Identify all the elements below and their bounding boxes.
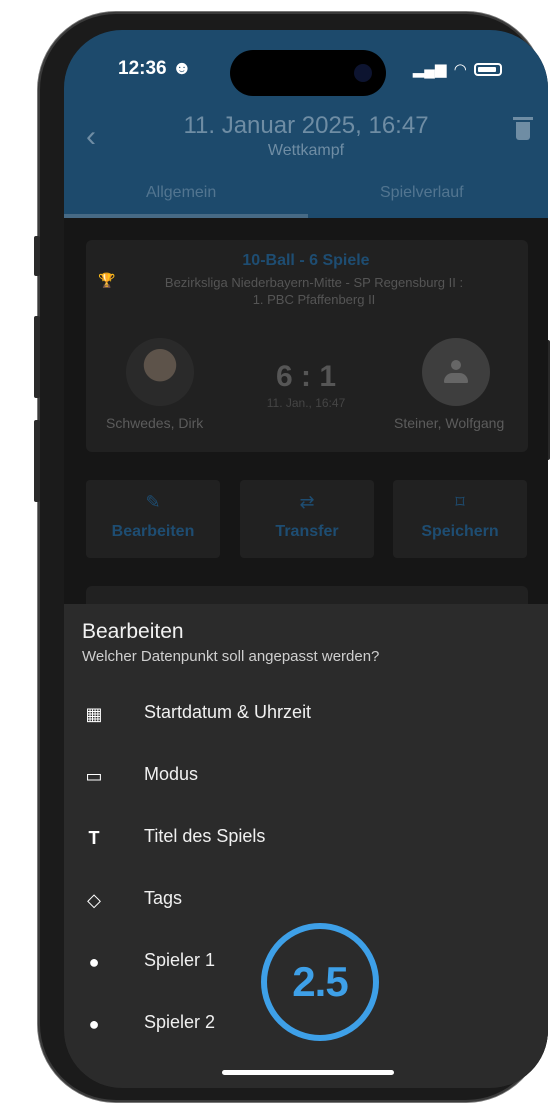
dynamic-island <box>230 50 386 96</box>
bookmark-add-icon: ⌑ <box>455 492 465 512</box>
match-league: Bezirksliga Niederbayern-Mitte - SP Rege… <box>114 274 514 308</box>
tag-icon: ◇ <box>87 890 101 910</box>
pencil-icon: ✎ <box>145 492 161 512</box>
save-button[interactable]: ⌑ Speichern <box>393 480 527 558</box>
step-badge: 2.5 <box>261 923 379 1041</box>
league-text-2: 1. PBC Pfaffenberg II <box>252 292 376 307</box>
menu-item-startdatum[interactable]: ▦ Startdatum & Uhrzeit <box>64 684 548 746</box>
player2-name: Steiner, Wolfgang <box>394 415 505 431</box>
page-title: 11. Januar 2025, 16:47 <box>183 112 429 139</box>
menu-item-titel[interactable]: T Titel des Spiels <box>64 808 548 870</box>
tab-allgemein[interactable]: Allgemein <box>146 184 216 202</box>
camera-icon <box>354 64 372 82</box>
page-subtitle: Wettkampf <box>267 142 345 159</box>
menu-item-label: Spieler 1 <box>144 950 216 970</box>
save-label: Speichern <box>421 523 499 540</box>
home-indicator[interactable] <box>222 1070 394 1075</box>
phone-screen: 12:36 ☻ ▂▄▆ ◠ ‹ 11. Januar 2025, 16:47 W… <box>64 30 548 1088</box>
score: 6 : 1 <box>275 360 337 393</box>
tab-spielverlauf[interactable]: Spielverlauf <box>380 184 464 202</box>
menu-item-label: Tags <box>144 888 183 908</box>
person-icon: ● <box>88 1014 100 1034</box>
calendar-icon: ▦ <box>85 704 103 724</box>
mute-switch <box>34 236 40 276</box>
transfer-button[interactable]: ⇄ Transfer <box>240 480 374 558</box>
league-text: Bezirksliga Niederbayern-Mitte - SP Rege… <box>164 275 464 290</box>
menu-item-label: Modus <box>144 764 199 784</box>
trophy-icon: 🏆 <box>98 272 116 288</box>
battery-icon <box>474 62 502 76</box>
sheet-title: Bearbeiten <box>82 620 184 643</box>
emoji-icon: ☻ <box>171 58 192 79</box>
wifi-icon: ◠ <box>454 61 466 78</box>
menu-item-label: Titel des Spiels <box>144 826 266 846</box>
edit-label: Bearbeiten <box>111 523 195 540</box>
menu-item-label: Startdatum & Uhrzeit <box>144 702 312 722</box>
text-icon: T <box>88 828 100 848</box>
menu-item-modus[interactable]: ▭ Modus <box>64 746 548 808</box>
edit-button[interactable]: ✎ Bearbeiten <box>86 480 220 558</box>
match-title: 10-Ball - 6 Spiele <box>242 252 370 269</box>
match-time: 11. Jan., 16:47 <box>266 396 346 410</box>
sheet-subtitle: Welcher Datenpunkt soll angepasst werden… <box>82 648 380 665</box>
transfer-icon: ⇄ <box>299 492 315 512</box>
volume-up-button <box>34 316 40 398</box>
menu-item-label: Spieler 2 <box>144 1012 216 1032</box>
menu-item-tags[interactable]: ◇ Tags <box>64 870 548 932</box>
clipboard-icon: ▭ <box>85 766 103 786</box>
clock-text: 12:36 <box>118 58 167 79</box>
status-time: 12:36 ☻ <box>118 58 192 80</box>
volume-down-button <box>34 420 40 502</box>
transfer-label: Transfer <box>275 523 339 540</box>
player1-name: Schwedes, Dirk <box>106 415 204 431</box>
person-icon: ● <box>88 952 100 972</box>
status-icons: ▂▄▆ ◠ <box>413 60 502 78</box>
trash-icon[interactable] <box>513 117 533 140</box>
signal-icon: ▂▄▆ <box>412 61 447 78</box>
